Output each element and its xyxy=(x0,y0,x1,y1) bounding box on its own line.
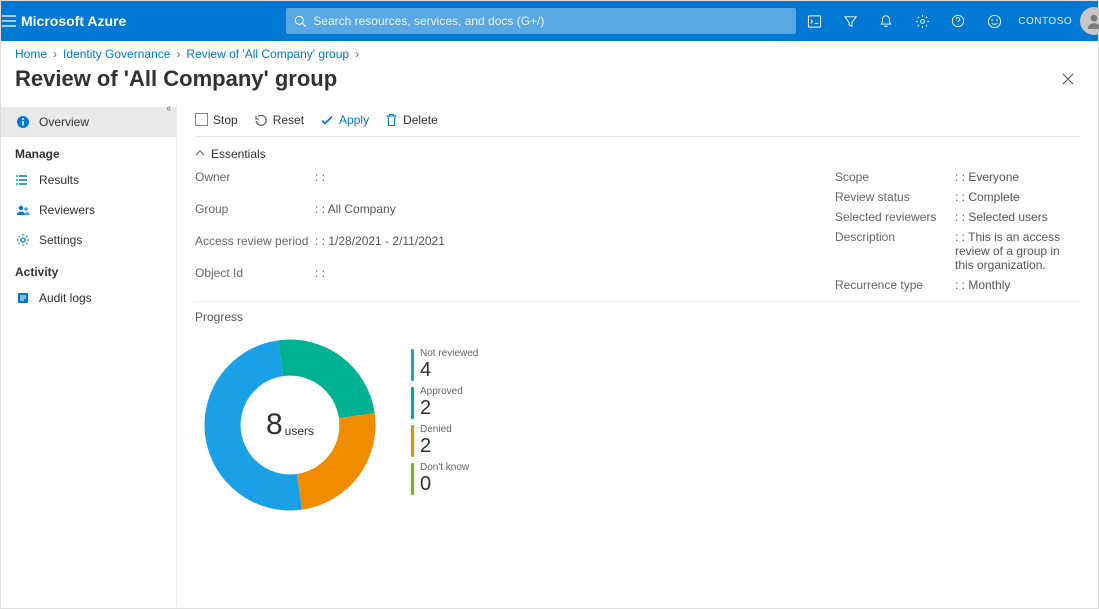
essentials-toggle[interactable]: Essentials xyxy=(195,147,1080,161)
progress-legend: Not reviewed4 Approved2 Denied2 Don't kn… xyxy=(411,349,478,501)
chevron-right-icon: › xyxy=(53,47,57,61)
list-icon xyxy=(15,172,31,188)
global-search-input[interactable] xyxy=(313,14,788,28)
collapse-menu-button[interactable]: « xyxy=(167,103,171,114)
reset-button[interactable]: Reset xyxy=(254,113,304,127)
legend-denied: Denied2 xyxy=(411,425,478,457)
nav-section-manage: Manage xyxy=(1,137,176,165)
trash-icon xyxy=(385,113,398,127)
global-search[interactable] xyxy=(286,8,796,34)
nav-audit-logs[interactable]: Audit logs xyxy=(1,283,176,313)
progress-heading: Progress xyxy=(195,310,1080,324)
legend-dont-know: Don't know0 xyxy=(411,463,478,495)
description-value: : This is an access review of a group in… xyxy=(955,227,1080,275)
scope-value: : Everyone xyxy=(955,167,1080,187)
group-value: : All Company xyxy=(315,199,835,231)
legend-color-swatch xyxy=(411,387,414,419)
owner-value: : xyxy=(315,167,835,199)
donut-center-label: 8 users xyxy=(195,330,385,520)
progress-section: Progress 8 xyxy=(195,310,1080,520)
description-label: Description xyxy=(835,227,955,275)
nav-overview-label: Overview xyxy=(39,115,89,129)
selreviewers-label: Selected reviewers xyxy=(835,207,955,227)
audit-log-icon xyxy=(15,290,31,306)
close-blade-button[interactable] xyxy=(1052,63,1084,95)
legend-color-swatch xyxy=(411,425,414,457)
nav-reviewers-label: Reviewers xyxy=(39,203,95,217)
gear-icon xyxy=(15,232,31,248)
owner-label: Owner xyxy=(195,167,315,199)
chevron-right-icon: › xyxy=(176,47,180,61)
nav-audit-logs-label: Audit logs xyxy=(39,291,92,305)
nav-section-activity: Activity xyxy=(1,255,176,283)
recurrence-value: : Monthly xyxy=(955,275,1080,295)
nav-settings-label: Settings xyxy=(39,233,82,247)
apply-button[interactable]: Apply xyxy=(320,113,369,127)
nav-reviewers[interactable]: Reviewers xyxy=(1,195,176,225)
stop-icon xyxy=(195,113,208,126)
people-icon xyxy=(15,202,31,218)
topbar-icons: CONTOSO xyxy=(796,1,1099,41)
directory-filter-button[interactable] xyxy=(832,1,868,41)
chevron-down-icon xyxy=(195,149,205,159)
breadcrumb-home[interactable]: Home xyxy=(15,47,47,61)
breadcrumb: Home › Identity Governance › Review of '… xyxy=(1,41,1098,61)
progress-donut-chart: 8 users xyxy=(195,330,385,520)
undo-icon xyxy=(254,113,268,127)
nav-results[interactable]: Results xyxy=(1,165,176,195)
status-label: Review status xyxy=(835,187,955,207)
recurrence-label: Recurrence type xyxy=(835,275,955,295)
legend-approved: Approved2 xyxy=(411,387,478,419)
breadcrumb-review[interactable]: Review of 'All Company' group xyxy=(186,47,349,61)
main-content: Stop Reset Apply Delete Essentials xyxy=(177,103,1098,606)
checkmark-icon xyxy=(320,113,334,127)
notifications-button[interactable] xyxy=(868,1,904,41)
hamburger-menu-button[interactable] xyxy=(1,13,17,29)
tenant-label: CONTOSO xyxy=(1018,16,1072,27)
page-title: Review of 'All Company' group xyxy=(15,66,1052,92)
objectid-value: : xyxy=(315,263,835,295)
legend-not-reviewed: Not reviewed4 xyxy=(411,349,478,381)
brand-label: Microsoft Azure xyxy=(17,13,146,29)
account-avatar[interactable] xyxy=(1080,7,1099,35)
period-label: Access review period xyxy=(195,231,315,263)
help-button[interactable] xyxy=(940,1,976,41)
nav-settings[interactable]: Settings xyxy=(1,225,176,255)
scope-label: Scope xyxy=(835,167,955,187)
nav-overview[interactable]: Overview xyxy=(1,107,176,137)
page-header: Review of 'All Company' group xyxy=(1,61,1098,103)
settings-button[interactable] xyxy=(904,1,940,41)
period-value: : 1/28/2021 - 2/11/2021 xyxy=(315,231,835,263)
chevron-right-icon: › xyxy=(355,47,359,61)
objectid-label: Object Id xyxy=(195,263,315,295)
legend-color-swatch xyxy=(411,349,414,381)
azure-topbar: Microsoft Azure CONTOSO xyxy=(1,1,1098,41)
resource-menu: « Overview Manage Results Reviewers Sett… xyxy=(1,103,177,606)
command-bar: Stop Reset Apply Delete xyxy=(195,103,1080,137)
legend-color-swatch xyxy=(411,463,414,495)
info-icon xyxy=(15,114,31,130)
breadcrumb-identity-governance[interactable]: Identity Governance xyxy=(63,47,170,61)
nav-results-label: Results xyxy=(39,173,79,187)
group-label: Group xyxy=(195,199,315,231)
delete-button[interactable]: Delete xyxy=(385,113,438,127)
selreviewers-value: : Selected users xyxy=(955,207,1080,227)
feedback-button[interactable] xyxy=(976,1,1012,41)
cloud-shell-button[interactable] xyxy=(796,1,832,41)
stop-button[interactable]: Stop xyxy=(195,113,238,127)
search-icon xyxy=(294,15,307,28)
status-value: : Complete xyxy=(955,187,1080,207)
essentials-panel: Essentials Owner : Group : All Company A… xyxy=(195,143,1080,295)
